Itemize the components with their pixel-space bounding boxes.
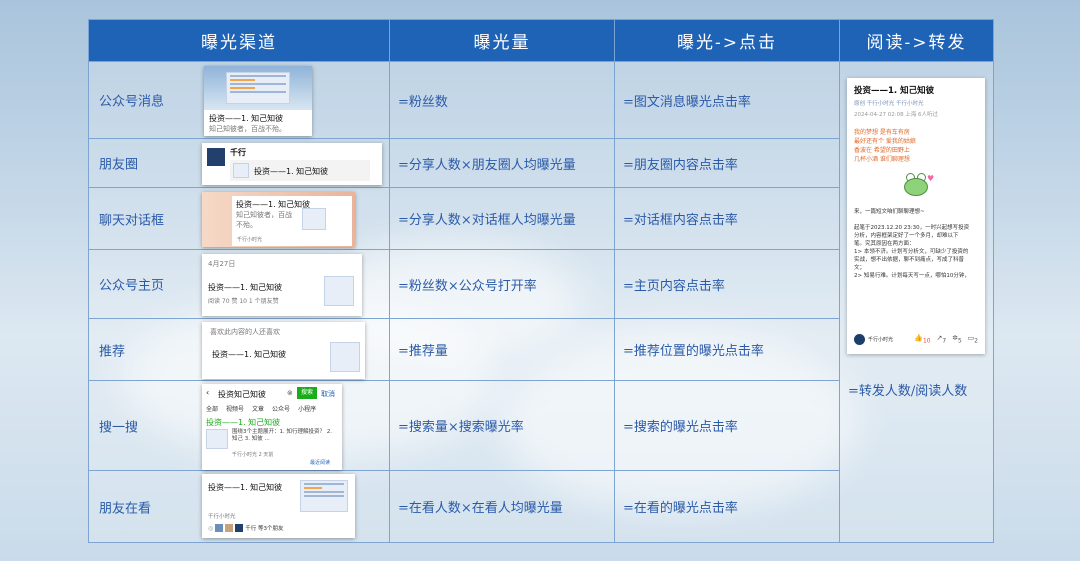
click-cell: =搜索的曝光点击率 <box>614 380 840 471</box>
channel-cell: 朋友圈 千行 投资——1. 知己知彼 <box>88 138 390 188</box>
article-body: 起笔于2023.12.20 23:30，一时兴起想写投资 分析，内容框架定好了一… <box>854 225 970 279</box>
moments-title: 投资——1. 知己知彼 <box>254 167 329 176</box>
moments-user: 千行 <box>230 148 246 157</box>
table-header-row: 曝光渠道 曝光量 曝光->点击 阅读->转发 <box>88 19 994 62</box>
tab-miniprogram[interactable]: 小程序 <box>298 404 316 413</box>
back-icon[interactable]: ‹ <box>206 388 209 397</box>
search-result-title[interactable]: 投资——1. 知己知彼 <box>206 417 280 428</box>
tab-video[interactable]: 视频号 <box>226 404 244 413</box>
channel-cell: 聊天对话框 投资——1. 知己知彼 知己知彼者，百战不殆。 千行小时光 <box>88 187 390 250</box>
channel-name: 推荐 <box>99 344 126 359</box>
channel-cell: 推荐 喜欢此内容的人还喜欢 投资——1. 知己知彼 <box>88 318 390 381</box>
msg-thumb-sub: 知己知彼者，百战不殆。 <box>209 125 286 133</box>
read-forward-formula: =转发人数/阅读人数 <box>848 384 968 399</box>
exposure-cell: =粉丝数×公众号打开率 <box>389 249 615 319</box>
moments-thumbnail[interactable]: 千行 投资——1. 知己知彼 <box>202 143 382 185</box>
channel-cell: 公众号主页 4月27日 投资——1. 知己知彼 阅读 70 赞 10 1 个朋友… <box>88 249 390 319</box>
click-cell: =朋友圈内容点击率 <box>614 138 840 188</box>
chat-thumbnail[interactable]: 投资——1. 知己知彼 知己知彼者，百战不殆。 千行小时光 <box>202 192 355 247</box>
avatar <box>225 524 234 532</box>
exposure-cell: =分享人数×对话框人均曝光量 <box>389 187 615 250</box>
avatar <box>235 524 244 532</box>
recent-read-label: 最近阅读 <box>310 460 331 466</box>
tab-article[interactable]: 文章 <box>252 404 264 413</box>
article-meta: 原创 千行小时光 千行小时光 <box>854 101 924 107</box>
cancel-button[interactable]: 取消 <box>321 389 335 399</box>
article-preview[interactable]: 投资——1. 知己知彼 原创 千行小时光 千行小时光 2024-04-27 02… <box>847 78 985 354</box>
home-title: 投资——1. 知己知彼 <box>208 283 283 292</box>
article-poem: 我的梦想 是有车有房 最好还有个 爱我的姑娘 香波在 希望的田野上 几杯小酒 谁… <box>854 129 916 163</box>
exposure-cell: =在看人数×在看人均曝光量 <box>389 470 615 543</box>
search-meta: 千行小时光 2 天前 <box>232 452 274 458</box>
search-tabs: 全部 视频号 文章 公众号 小程序 <box>206 404 316 413</box>
header-exposure: 曝光量 <box>389 19 615 62</box>
channel-cell: 搜一搜 ‹ 投资知己知彼 ⊗ 搜索 取消 全部 视频号 文章 公众号 小程序 投… <box>88 380 390 471</box>
channel-name: 搜一搜 <box>99 420 139 435</box>
rec-title: 投资——1. 知己知彼 <box>212 350 287 359</box>
home-thumbnail[interactable]: 4月27日 投资——1. 知己知彼 阅读 70 赞 10 1 个朋友赞 <box>202 254 362 316</box>
tab-account[interactable]: 公众号 <box>272 404 290 413</box>
looking-thumbnail[interactable]: 投资——1. 知己知彼 千行小时光 ◎ 千行 等3个朋友 <box>202 474 355 538</box>
search-query[interactable]: 投资知己知彼 <box>218 389 266 400</box>
header-channel: 曝光渠道 <box>88 19 390 62</box>
exposure-cell: =搜索量×搜索曝光率 <box>389 380 615 471</box>
chat-source: 千行小时光 <box>237 237 263 243</box>
article-footer: 千行小时光 👍10 ↗7 ✲5 ▭2 <box>854 330 978 348</box>
read-forward-cell: 投资——1. 知己知彼 原创 千行小时光 千行小时光 2024-04-27 02… <box>839 61 994 543</box>
table-row: 公众号消息 投资——1. 知己知彼 知己知彼者，百战不殆。 =粉丝数 =图文消息… <box>88 61 994 543</box>
exposure-cell: =粉丝数 <box>389 61 615 139</box>
looking-friends: 千行 等3个朋友 <box>245 526 284 532</box>
channel-table: 曝光渠道 曝光量 曝光->点击 阅读->转发 公众号消息 投资——1. 知己知彼… <box>88 19 994 543</box>
channel-name: 公众号消息 <box>99 94 165 110</box>
rec-thumbnail[interactable]: 喜欢此内容的人还喜欢 投资——1. 知己知彼 <box>202 322 365 379</box>
article-author: 千行小时光 <box>868 336 894 343</box>
search-thumbnail[interactable]: ‹ 投资知己知彼 ⊗ 搜索 取消 全部 视频号 文章 公众号 小程序 投资——1… <box>202 384 342 470</box>
header-click: 曝光->点击 <box>614 19 840 62</box>
channel-name: 朋友圈 <box>99 157 139 173</box>
friends-icon: ◎ <box>208 524 214 532</box>
channel-table-container: 曝光渠道 曝光量 曝光->点击 阅读->转发 公众号消息 投资——1. 知己知彼… <box>88 19 994 543</box>
comment-icon[interactable]: ▭2 <box>968 334 978 344</box>
click-cell: =推荐位置的曝光点击率 <box>614 318 840 381</box>
search-snippet: 围绕3个主题展开：1. 知行理解投资？ 2. 知己 3. 知彼 ... <box>232 429 332 442</box>
article-date: 2024-04-27 02:08 上海 6人听过 <box>854 112 939 118</box>
chat-sub: 知己知彼者，百战不殆。 <box>236 211 292 229</box>
rec-hint: 喜欢此内容的人还喜欢 <box>210 328 280 336</box>
channel-name: 聊天对话框 <box>99 213 165 228</box>
frog-sticker-icon: ♥ <box>901 172 934 198</box>
tab-all[interactable]: 全部 <box>206 404 218 413</box>
avatar <box>207 148 225 166</box>
home-date: 4月27日 <box>208 260 236 268</box>
exposure-cell: =分享人数×朋友圈人均曝光量 <box>389 138 615 188</box>
like-icon[interactable]: 👍10 <box>914 334 930 344</box>
clear-icon[interactable]: ⊗ <box>287 389 293 397</box>
channel-cell: 公众号消息 投资——1. 知己知彼 知己知彼者，百战不殆。 <box>88 61 390 139</box>
click-cell: =对话框内容点击率 <box>614 187 840 250</box>
share-icon[interactable]: ↗7 <box>936 334 946 344</box>
avatar <box>215 524 224 532</box>
home-stats: 阅读 70 赞 10 1 个朋友赞 <box>208 298 279 305</box>
channel-name: 朋友在看 <box>99 501 152 516</box>
click-cell: =在看的曝光点击率 <box>614 470 840 543</box>
chat-title: 投资——1. 知己知彼 <box>236 200 311 209</box>
looking-source: 千行小时光 <box>208 514 236 520</box>
star-icon[interactable]: ✲5 <box>952 334 962 344</box>
looking-title: 投资——1. 知己知彼 <box>208 483 283 492</box>
channel-name: 公众号主页 <box>99 278 165 294</box>
click-cell: =主页内容点击率 <box>614 249 840 319</box>
exposure-cell: =推荐量 <box>389 318 615 381</box>
article-title: 投资——1. 知己知彼 <box>854 86 935 96</box>
avatar <box>854 333 865 345</box>
article-intro: 来，一篇短文咱们聊聊理想~ <box>854 209 925 215</box>
click-cell: =图文消息曝光点击率 <box>614 61 840 139</box>
channel-cell: 朋友在看 投资——1. 知己知彼 千行小时光 ◎ 千行 等3个朋友 <box>88 470 390 543</box>
header-read-forward: 阅读->转发 <box>839 19 994 62</box>
msg-thumb-title: 投资——1. 知己知彼 <box>209 114 284 123</box>
msg-thumbnail[interactable]: 投资——1. 知己知彼 知己知彼者，百战不殆。 <box>204 66 312 136</box>
search-button[interactable]: 搜索 <box>297 387 317 399</box>
